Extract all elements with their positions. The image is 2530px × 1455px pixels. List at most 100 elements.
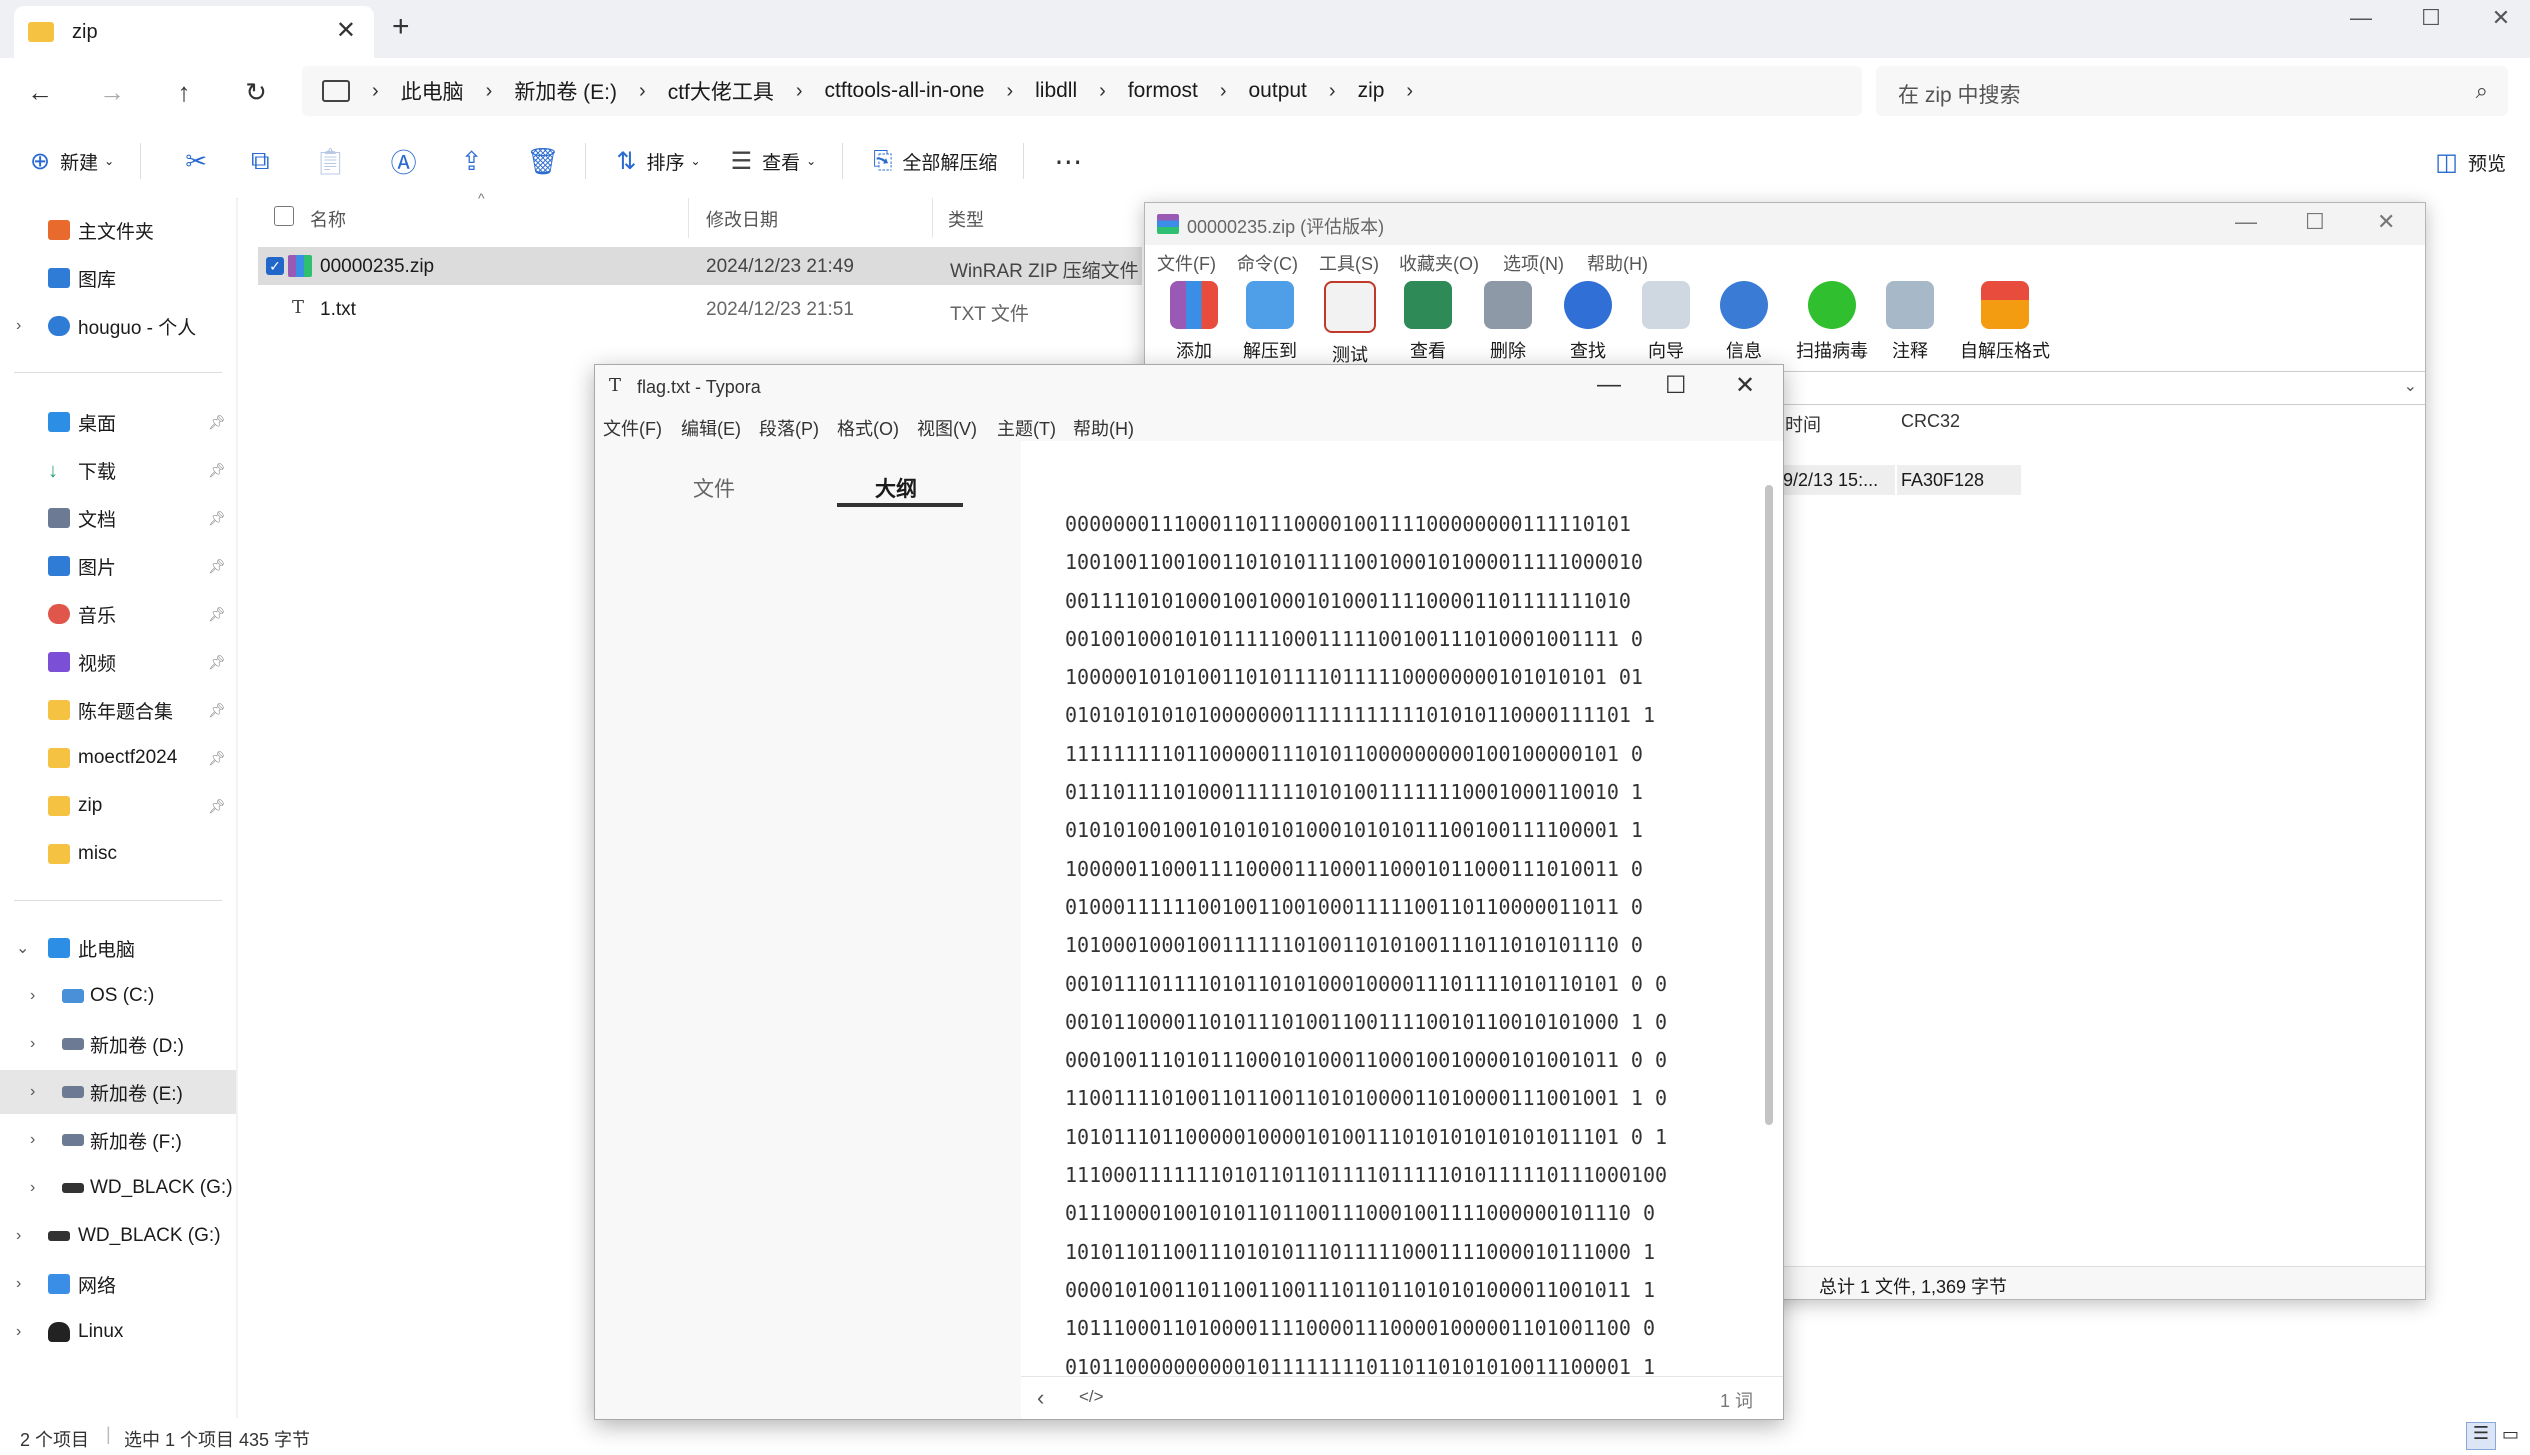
chevron-right-icon[interactable]: › — [30, 1179, 35, 1197]
menu-edit[interactable]: 编辑(E) — [681, 415, 741, 441]
select-all-checkbox[interactable] — [274, 206, 294, 226]
pin-icon[interactable]: 📌︎ — [208, 462, 226, 479]
chevron-right-icon[interactable]: › — [1406, 80, 1413, 103]
sidebar-item-drive-f[interactable]: › 新加卷 (F:) — [0, 1118, 236, 1162]
search-input[interactable]: 在 zip 中搜索 ⌕ — [1876, 66, 2508, 116]
source-code-icon[interactable]: </> — [1079, 1387, 1104, 1407]
tiles-view-icon[interactable]: ▭ — [2502, 1424, 2519, 1445]
breadcrumb-item[interactable]: ctftools-all-in-one — [825, 79, 985, 103]
sidebar-item-documents[interactable]: 文档 📌︎ — [0, 496, 236, 540]
sidebar-item-folder[interactable]: moectf2024 📌︎ — [0, 736, 236, 780]
close-button[interactable]: ✕ — [2377, 209, 2395, 235]
menu-help[interactable]: 帮助(H) — [1587, 250, 1648, 276]
chevron-right-icon[interactable]: › — [30, 987, 35, 1005]
sort-button[interactable]: ⇅ 排序 ⌄ — [616, 147, 700, 176]
row-time[interactable]: 9/2/13 15:... — [1781, 465, 1895, 495]
menu-format[interactable]: 格式(O) — [837, 415, 899, 441]
tool-sfx[interactable]: 自解压格式 — [1955, 281, 2055, 363]
menu-help[interactable]: 帮助(H) — [1073, 415, 1134, 441]
menu-options[interactable]: 选项(N) — [1503, 250, 1564, 276]
breadcrumb-item[interactable]: zip — [1358, 79, 1385, 103]
tool-comment[interactable]: 注释 — [1873, 281, 1947, 363]
word-count[interactable]: 1 词 — [1720, 1387, 1753, 1413]
menu-theme[interactable]: 主题(T) — [997, 415, 1056, 441]
back-button[interactable]: ← — [20, 72, 60, 112]
close-tab-icon[interactable]: ✕ — [336, 16, 356, 45]
more-options-icon[interactable]: ⋯ — [1054, 145, 1082, 178]
preview-button[interactable]: ◫ 预览 — [2435, 148, 2506, 177]
chevron-down-icon[interactable]: ⌄ — [16, 938, 29, 958]
breadcrumb-item[interactable]: output — [1249, 79, 1307, 103]
column-header-crc[interactable]: CRC32 — [1901, 411, 1960, 432]
menu-file[interactable]: 文件(F) — [603, 415, 662, 441]
tool-extract-to[interactable]: 解压到 — [1233, 281, 1307, 363]
chevron-right-icon[interactable]: › — [16, 1323, 21, 1341]
tool-wizard[interactable]: 向导 — [1629, 281, 1703, 363]
minimize-button[interactable]: — — [1597, 371, 1621, 399]
menu-favorites[interactable]: 收藏夹(O) — [1399, 250, 1479, 276]
chevron-right-icon[interactable]: › — [30, 1131, 35, 1149]
pin-icon[interactable]: 📌︎ — [208, 414, 226, 431]
breadcrumb-item[interactable]: 此电脑 — [401, 76, 464, 106]
tool-delete[interactable]: 删除 — [1471, 281, 1545, 363]
tool-add[interactable]: 添加 — [1157, 281, 1231, 363]
sidebar-item-drive-c[interactable]: › OS (C:) — [0, 974, 236, 1018]
breadcrumb-item[interactable]: ctf大佬工具 — [668, 76, 774, 106]
tool-virus-scan[interactable]: 扫描病毒 — [1789, 281, 1875, 363]
tab-files[interactable]: 文件 — [693, 473, 735, 503]
sidebar-item-music[interactable]: 音乐 📌︎ — [0, 592, 236, 636]
minimize-button[interactable]: — — [2235, 209, 2257, 235]
sidebar-item-linux[interactable]: › Linux — [0, 1310, 236, 1354]
sidebar-item-folder[interactable]: 陈年题合集 📌︎ — [0, 688, 236, 732]
sidebar-item-this-pc[interactable]: ⌄ 此电脑 — [0, 926, 236, 970]
tool-find[interactable]: 查找 — [1551, 281, 1625, 363]
refresh-button[interactable]: ↻ — [236, 72, 276, 112]
checkbox-checked-icon[interactable]: ✓ — [266, 257, 284, 275]
forward-button[interactable]: → — [92, 72, 132, 112]
sidebar-item-drive-d[interactable]: › 新加卷 (D:) — [0, 1022, 236, 1066]
tab-outline[interactable]: 大纲 — [875, 473, 917, 503]
sidebar-item-folder[interactable]: misc — [0, 832, 236, 876]
close-button[interactable]: ✕ — [1735, 371, 1755, 400]
menu-tools[interactable]: 工具(S) — [1319, 250, 1379, 276]
rename-icon[interactable]: Ⓐ — [391, 143, 417, 180]
maximize-button[interactable]: ☐ — [1665, 371, 1687, 400]
menu-paragraph[interactable]: 段落(P) — [759, 415, 819, 441]
sidebar-item-wd-black[interactable]: › WD_BLACK (G:) — [0, 1214, 236, 1258]
maximize-button[interactable]: ☐ — [2305, 209, 2325, 235]
breadcrumb-item[interactable]: formost — [1128, 79, 1198, 103]
view-button[interactable]: ☰ 查看 ⌄ — [731, 147, 817, 176]
document-content[interactable]: 0000000111000110111000010011110000000011… — [1065, 505, 1705, 1386]
pin-icon[interactable]: 📌︎ — [208, 558, 226, 575]
row-crc[interactable]: FA30F128 — [1897, 465, 2021, 495]
sidebar-item-desktop[interactable]: 桌面 📌︎ — [0, 400, 236, 444]
cut-icon[interactable]: ✂ — [185, 146, 207, 177]
sidebar-item-network[interactable]: › 网络 — [0, 1262, 236, 1306]
pin-icon[interactable]: 📌︎ — [208, 798, 226, 815]
tool-info[interactable]: 信息 — [1707, 281, 1781, 363]
share-icon[interactable]: ⇪ — [461, 146, 483, 177]
sidebar-item-drive-g[interactable]: › WD_BLACK (G:) — [0, 1166, 236, 1210]
new-button[interactable]: ⊕ 新建 ⌄ — [30, 147, 114, 176]
chevron-right-icon[interactable]: › — [16, 317, 21, 335]
chevron-right-icon[interactable]: › — [16, 1275, 21, 1293]
chevron-right-icon[interactable]: › — [30, 1083, 35, 1101]
breadcrumb-item[interactable]: 新加卷 (E:) — [514, 76, 617, 106]
tool-test[interactable]: 测试 — [1313, 281, 1387, 367]
tab-zip[interactable]: zip ✕ — [14, 6, 374, 58]
details-view-icon[interactable]: ☰ — [2466, 1422, 2496, 1450]
minimize-button[interactable]: — — [2324, 0, 2398, 40]
pin-icon[interactable]: 📌︎ — [208, 606, 226, 623]
address-bar[interactable]: › 此电脑 › 新加卷 (E:) › ctf大佬工具 › ctftools-al… — [302, 66, 1862, 116]
sidebar-item-folder[interactable]: zip 📌︎ — [0, 784, 236, 828]
chevron-down-icon[interactable]: ⌄ — [2404, 376, 2417, 396]
tool-view[interactable]: 查看 — [1391, 281, 1465, 363]
pin-icon[interactable]: 📌︎ — [208, 654, 226, 671]
menu-commands[interactable]: 命令(C) — [1237, 250, 1298, 276]
paste-icon[interactable]: 📋︎ — [314, 146, 347, 177]
pin-icon[interactable]: 📌︎ — [208, 750, 226, 767]
sidebar-item-videos[interactable]: 视频 📌︎ — [0, 640, 236, 684]
pin-icon[interactable]: 📌︎ — [208, 702, 226, 719]
column-header-date[interactable]: 修改日期 — [706, 206, 778, 232]
close-button[interactable]: ✕ — [2464, 0, 2530, 40]
